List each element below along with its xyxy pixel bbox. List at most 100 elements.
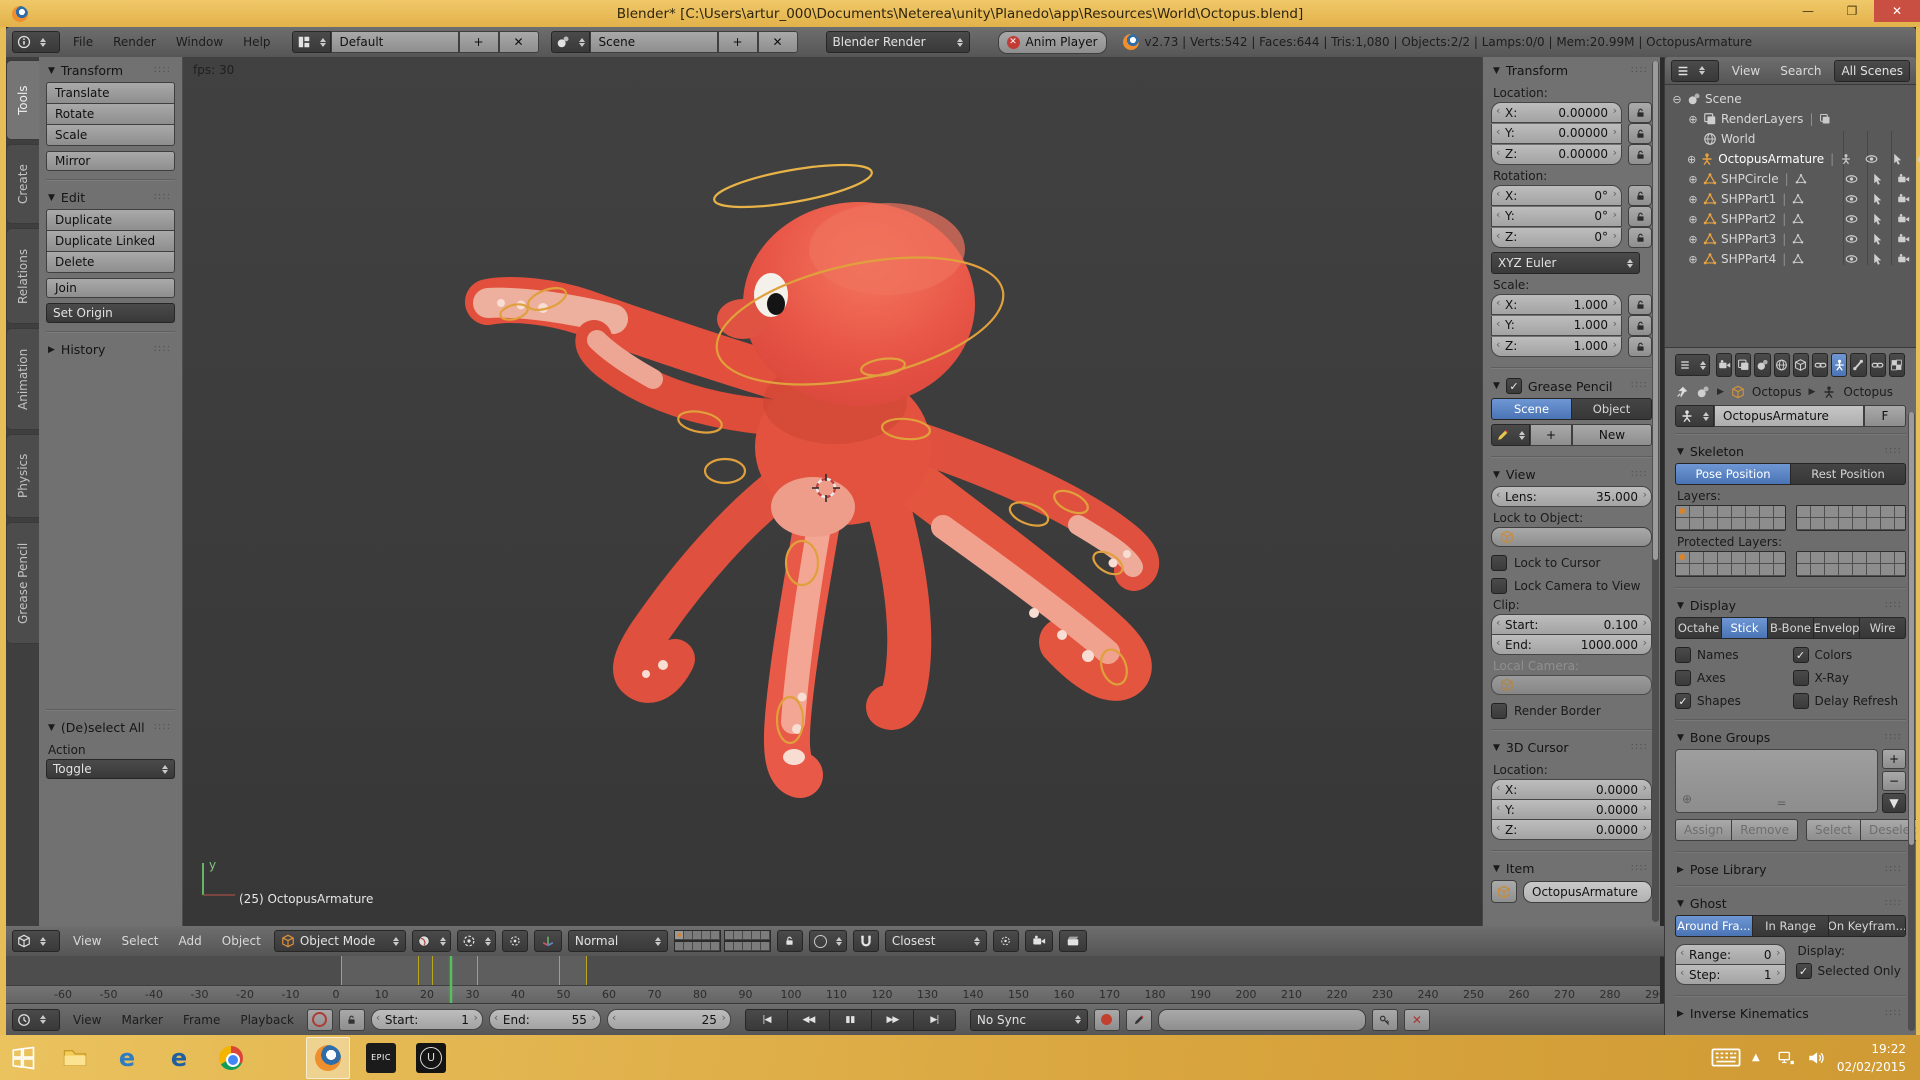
manipulator-toggle[interactable]	[533, 930, 562, 952]
layer-cell[interactable]	[683, 942, 693, 951]
record-button[interactable]	[1093, 1008, 1120, 1031]
tab-animation[interactable]: Animation	[6, 328, 39, 430]
layer-cell[interactable]	[1866, 564, 1881, 576]
layer-cell[interactable]	[1810, 552, 1825, 564]
lock-camera-row[interactable]: Lock Camera to View	[1491, 578, 1652, 594]
menu-tl-view[interactable]: View	[66, 1011, 108, 1029]
panel-deselect-title[interactable]: ▼ (De)select All	[46, 714, 175, 739]
tab-create[interactable]: Create	[6, 144, 39, 224]
menu-tl-marker[interactable]: Marker	[114, 1011, 169, 1029]
layer-cell[interactable]	[1676, 506, 1690, 518]
join-button[interactable]: Join	[46, 278, 175, 298]
ik-panel-title[interactable]: ▶ Inverse Kinematics	[1675, 1000, 1906, 1025]
outliner-row-shppart1[interactable]: ⊕ SHPPart1 |	[1671, 189, 1914, 209]
visibility-toggle-icon[interactable]	[1840, 172, 1862, 186]
keyframe-marker[interactable]	[477, 956, 479, 985]
layer-cell[interactable]	[760, 942, 770, 951]
tab-world[interactable]	[1773, 353, 1790, 377]
screen-layout-icon[interactable]	[291, 31, 331, 53]
protected-layers[interactable]	[1675, 551, 1906, 577]
tab-render-layers[interactable]	[1735, 353, 1752, 377]
number-field-x[interactable]: X:0.00000	[1491, 102, 1622, 123]
layer-cell[interactable]	[724, 942, 734, 951]
scale-button[interactable]: Scale	[46, 125, 175, 146]
taskbar-file-explorer[interactable]	[60, 1043, 90, 1073]
tab-physics[interactable]	[1888, 353, 1906, 377]
keyframe-marker[interactable]	[340, 956, 342, 985]
tab-relations[interactable]: Relations	[6, 228, 39, 324]
selected-only-checkbox[interactable]	[1795, 963, 1812, 979]
number-field-z[interactable]: Z:0.0000	[1491, 820, 1652, 840]
lens-field[interactable]: Lens:35.000	[1491, 486, 1652, 507]
selected-only-row[interactable]: Selected Only	[1795, 963, 1907, 979]
panel-edit-title[interactable]: ▼ Edit	[46, 184, 175, 209]
menu-tl-frame[interactable]: Frame	[176, 1011, 227, 1029]
selectability-toggle-icon[interactable]	[1866, 232, 1888, 246]
bone-group-add-button[interactable]: +	[1882, 749, 1906, 769]
layer-cell[interactable]	[1760, 552, 1774, 564]
lock-icon[interactable]	[1628, 144, 1652, 165]
number-field-x[interactable]: X:0.0000	[1491, 779, 1652, 800]
renderability-toggle-icon[interactable]	[1892, 172, 1914, 186]
layer-cell[interactable]	[1760, 564, 1774, 576]
outliner-item-label[interactable]: SHPCircle	[1721, 172, 1779, 186]
render-opengl-anim-button[interactable]	[1058, 930, 1087, 952]
layer-cell[interactable]	[1852, 564, 1867, 576]
breadcrumb-data[interactable]: Octopus	[1843, 385, 1893, 399]
delete-keyframe-button[interactable]: ✕	[1403, 1008, 1430, 1031]
layer-cell[interactable]	[1824, 506, 1839, 518]
lock-to-cursor-row[interactable]: Lock to Cursor	[1491, 555, 1652, 571]
menu-add[interactable]: Add	[172, 932, 209, 950]
checkbox[interactable]	[1792, 670, 1809, 686]
duplicate-linked-button[interactable]: Duplicate Linked	[46, 231, 175, 252]
render-opengl-button[interactable]	[1024, 930, 1053, 952]
keyframe-marker[interactable]	[431, 956, 433, 985]
layer-cell[interactable]	[1732, 518, 1746, 530]
layer-cell[interactable]	[1838, 506, 1853, 518]
layer-cell[interactable]	[1824, 564, 1839, 576]
rotate-button[interactable]: Rotate	[46, 104, 175, 125]
armature-name-field[interactable]: OctopusArmature	[1714, 405, 1864, 427]
layer-cell[interactable]	[1718, 518, 1732, 530]
npanel-transform-title[interactable]: ▼ Transform	[1491, 57, 1652, 82]
screen-layout-add-button[interactable]: +	[458, 31, 499, 53]
expand-icon[interactable]: ⊕	[1687, 173, 1699, 186]
properties-scrollbar[interactable]	[1908, 412, 1915, 1031]
keyframe-marker[interactable]	[417, 956, 419, 985]
layer-cell[interactable]	[674, 931, 684, 940]
tab-grease-pencil[interactable]: Grease Pencil	[6, 522, 39, 644]
proportional-edit-select[interactable]	[808, 930, 847, 952]
layer-cell[interactable]	[724, 931, 734, 940]
menu-tl-playback[interactable]: Playback	[233, 1011, 301, 1029]
panel-history-title[interactable]: ▶ History	[46, 336, 175, 361]
scene-context-icon[interactable]	[1696, 385, 1710, 399]
outliner-item-label[interactable]: SHPPart2	[1721, 212, 1776, 226]
close-button[interactable]: ✕	[1874, 0, 1920, 22]
layer-cell[interactable]	[1718, 552, 1732, 564]
outliner-menu-search[interactable]: Search	[1773, 62, 1828, 80]
outliner-row-shppart4[interactable]: ⊕ SHPPart4 |	[1671, 249, 1914, 269]
network-icon[interactable]	[1771, 1043, 1801, 1073]
number-field-y[interactable]: Y:0.0000	[1491, 800, 1652, 820]
number-field-x[interactable]: X:1.000	[1491, 294, 1622, 315]
keyingset-brush-button[interactable]	[1125, 1008, 1152, 1031]
visibility-toggle-icon[interactable]	[1840, 252, 1862, 266]
visibility-toggle-icon[interactable]	[1840, 212, 1862, 226]
layer-cell[interactable]	[1880, 506, 1895, 518]
check-row-names[interactable]: Names	[1675, 647, 1789, 663]
layer-cell[interactable]	[1690, 518, 1704, 530]
bone-group-assign-button[interactable]: Assign	[1675, 819, 1733, 841]
layer-cell[interactable]	[1746, 564, 1760, 576]
renderability-toggle-icon[interactable]	[1912, 152, 1920, 166]
layer-cell[interactable]	[1866, 506, 1881, 518]
layer-cell[interactable]	[1880, 552, 1895, 564]
layer-cell[interactable]	[1810, 506, 1825, 518]
outliner-item-label[interactable]: World	[1721, 132, 1755, 146]
layer-cell[interactable]	[1746, 552, 1760, 564]
menu-view[interactable]: View	[66, 932, 108, 950]
delete-button[interactable]: Delete	[46, 252, 175, 273]
layer-cell[interactable]	[1676, 518, 1690, 530]
checkbox[interactable]	[1675, 693, 1691, 709]
checkbox[interactable]	[1792, 647, 1809, 663]
segment-octahe[interactable]: Octahe	[1675, 617, 1722, 639]
